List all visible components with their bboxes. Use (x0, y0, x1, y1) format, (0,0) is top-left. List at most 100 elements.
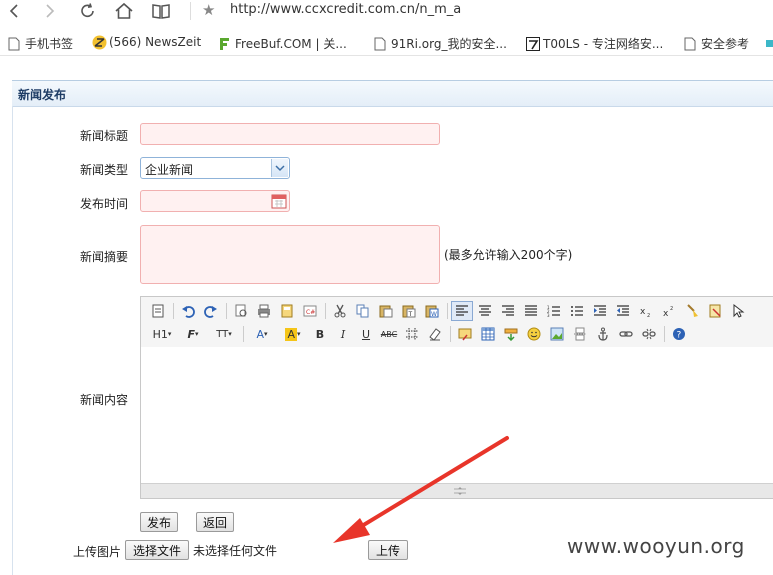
page-title: 新闻发布 (18, 88, 67, 102)
template-icon[interactable] (276, 301, 298, 321)
home-icon[interactable] (113, 0, 135, 22)
indent-icon[interactable] (589, 301, 611, 321)
chevron-down-icon (271, 159, 288, 177)
heading-label: H1 (152, 327, 168, 341)
align-center-icon[interactable] (474, 301, 496, 321)
format-brush-icon[interactable] (681, 301, 703, 321)
svg-text:C#: C# (306, 309, 315, 316)
bookmark-item[interactable]: FreeBuf.COM | 关... (218, 35, 347, 52)
help-icon[interactable]: ? (668, 324, 690, 344)
image-icon[interactable] (546, 324, 568, 344)
toolbar-divider (325, 303, 326, 319)
editor-resize-handle[interactable] (141, 483, 773, 498)
publish-button[interactable]: 发布 (140, 512, 178, 532)
upload-image-label: 上传图片 (72, 545, 121, 559)
select-all-icon[interactable] (727, 301, 749, 321)
reload-icon[interactable] (77, 0, 99, 22)
underline-button[interactable]: U (355, 324, 377, 344)
bookmark-label: (566) NewsZeit (109, 35, 202, 49)
font-color-select[interactable]: A ▾ (247, 324, 277, 344)
calendar-icon[interactable] (271, 193, 287, 209)
svg-text:?: ? (677, 331, 682, 341)
back-button[interactable]: 返回 (196, 512, 234, 532)
superscript-icon[interactable]: x2 (658, 301, 680, 321)
anchor-icon[interactable] (592, 324, 614, 344)
freebuf-icon (218, 37, 230, 51)
overflow-bookmark-icon[interactable] (766, 40, 773, 47)
news-title-input[interactable] (140, 123, 440, 145)
content-label: 新闻内容 (79, 393, 128, 407)
chevron-down-icon: ▾ (297, 330, 301, 338)
upload-button[interactable]: 上传 (368, 540, 408, 560)
insert-image-icon[interactable] (454, 324, 476, 344)
paste-icon[interactable] (375, 301, 397, 321)
undo-icon[interactable] (177, 301, 199, 321)
page-icon (684, 37, 696, 51)
paste-text-icon[interactable]: T (398, 301, 420, 321)
bookmark-star-icon[interactable]: ★ (202, 1, 215, 19)
link-icon[interactable] (615, 324, 637, 344)
preview-icon[interactable] (230, 301, 252, 321)
summary-hint: (最多允许输入200个字) (444, 248, 573, 262)
bookmark-item[interactable]: (566) NewsZeit (92, 35, 202, 50)
font-family-select[interactable]: F ▾ (178, 324, 208, 344)
align-left-icon[interactable] (451, 301, 473, 321)
news-summary-textarea[interactable] (140, 225, 440, 284)
page-break-icon[interactable] (569, 324, 591, 344)
toolbar-row-1: C# T W 123 x2 x2 (147, 300, 750, 322)
editor-toolbar: C# T W 123 x2 x2 H1 ▾ F ▾ TT ▾ A ▾ A ▾ B… (141, 297, 773, 348)
choose-file-button[interactable]: 选择文件 (125, 540, 189, 560)
bookmark-item[interactable]: T00LS - 专注网络安... (526, 35, 663, 52)
bookmark-label: 手机书签 (25, 37, 74, 51)
insert-row-icon[interactable] (500, 324, 522, 344)
align-justify-icon[interactable] (520, 301, 542, 321)
copy-icon[interactable] (352, 301, 374, 321)
subscript-icon[interactable]: x2 (635, 301, 657, 321)
font-size-label: TT (216, 328, 229, 340)
emoticon-icon[interactable] (523, 324, 545, 344)
svg-text:x: x (640, 307, 646, 317)
forward-icon[interactable] (39, 0, 61, 22)
toolbar-divider (447, 303, 448, 319)
clear-format-icon[interactable] (704, 301, 726, 321)
heading-select[interactable]: H1 ▾ (147, 324, 177, 344)
svg-text:2: 2 (670, 306, 673, 312)
bookmark-item[interactable]: 手机书签 (8, 35, 73, 52)
cut-icon[interactable] (329, 301, 351, 321)
address-bar[interactable]: http://www.ccxcredit.com.cn/n_m_a (230, 2, 461, 17)
toolbar-divider (243, 326, 244, 342)
summary-label: 新闻摘要 (79, 250, 128, 264)
ordered-list-icon[interactable]: 123 (543, 301, 565, 321)
code-icon[interactable]: C# (299, 301, 321, 321)
source-icon[interactable] (147, 301, 169, 321)
insert-table-icon[interactable] (477, 324, 499, 344)
svg-text:x: x (663, 309, 669, 317)
back-icon[interactable] (3, 0, 25, 22)
reading-icon[interactable] (150, 0, 172, 22)
font-family-label: F (187, 327, 195, 341)
page-icon (8, 37, 20, 51)
unlink-icon[interactable] (638, 324, 660, 344)
editor-content-area[interactable] (141, 347, 773, 483)
news-type-select[interactable]: 企业新闻 (140, 157, 290, 179)
paste-word-icon[interactable]: W (421, 301, 443, 321)
unordered-list-icon[interactable] (566, 301, 588, 321)
font-size-select[interactable]: TT ▾ (209, 324, 239, 344)
strikethrough-button[interactable]: ABC (378, 324, 400, 344)
bookmark-item[interactable]: 91Ri.org_我的安全... (374, 35, 507, 52)
line-height-icon[interactable] (401, 324, 423, 344)
align-right-icon[interactable] (497, 301, 519, 321)
rich-text-editor[interactable]: C# T W 123 x2 x2 H1 ▾ F ▾ TT ▾ A ▾ A ▾ B… (140, 296, 773, 499)
highlight-color-select[interactable]: A ▾ (278, 324, 308, 344)
chevron-down-icon: ▾ (228, 330, 232, 338)
bookmark-label: T00LS - 专注网络安... (543, 37, 664, 51)
bold-button[interactable]: B (309, 324, 331, 344)
print-icon[interactable] (253, 301, 275, 321)
publish-time-input[interactable] (140, 190, 290, 212)
italic-button[interactable]: I (332, 324, 354, 344)
redo-icon[interactable] (200, 301, 222, 321)
bookmark-item[interactable]: 安全参考 (684, 35, 749, 52)
eraser-icon[interactable] (424, 324, 446, 344)
outdent-icon[interactable] (612, 301, 634, 321)
svg-text:T: T (408, 311, 413, 318)
